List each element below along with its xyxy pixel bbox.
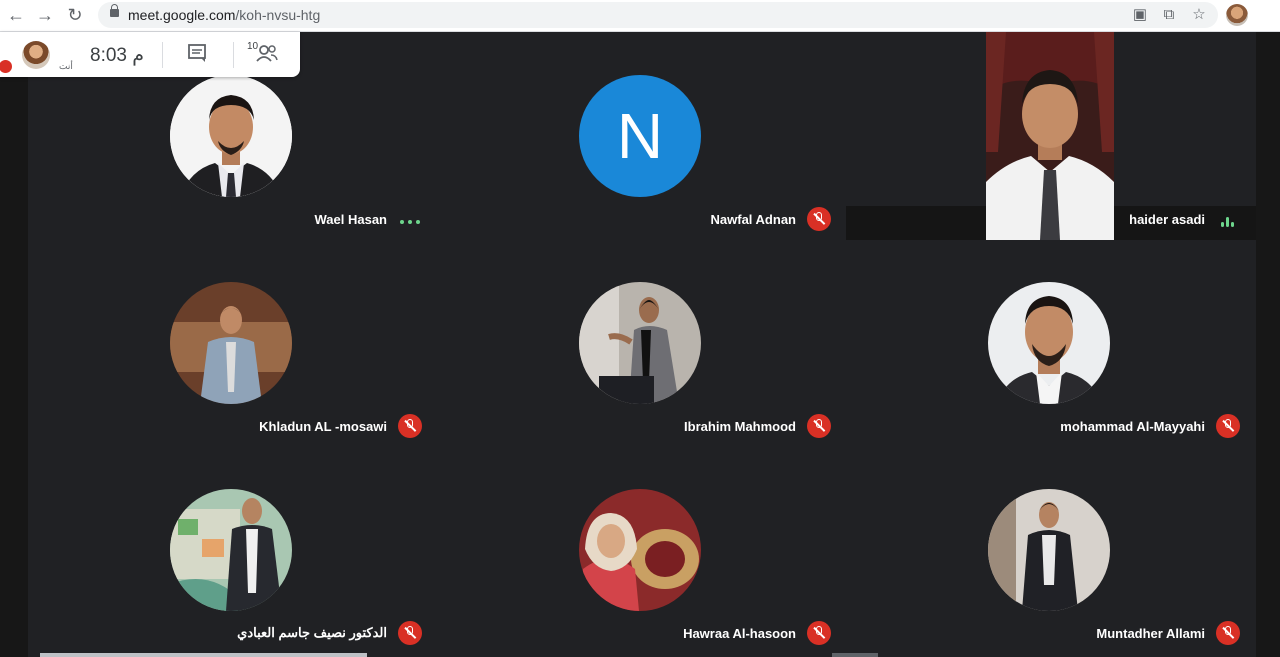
- reload-icon[interactable]: ↻: [64, 4, 86, 26]
- self-avatar: [22, 41, 50, 69]
- divider: [162, 42, 163, 68]
- avatar-initial: N: [616, 100, 664, 172]
- camera-blocked-icon[interactable]: ▣: [1131, 6, 1149, 24]
- meeting-grid: Wael Hasan N Nawfal Adnan haider asadi K…: [28, 32, 1256, 657]
- horizontal-scrollbar[interactable]: [40, 653, 367, 657]
- audio-level-icon: [1221, 217, 1235, 227]
- participant-name: Khladun AL -mosawi: [259, 419, 387, 434]
- participant-tile[interactable]: Muntadher Allami: [846, 446, 1255, 653]
- meeting-clock: 8:03 م: [90, 45, 145, 66]
- participant-avatar: [170, 75, 292, 197]
- participant-name: Muntadher Allami: [1096, 626, 1205, 641]
- participant-tile[interactable]: Ibrahim Mahmood: [437, 239, 846, 446]
- profile-avatar[interactable]: [1226, 4, 1248, 26]
- participant-name: Wael Hasan: [314, 212, 388, 227]
- participant-tile[interactable]: الدكتور نصيف جاسم العبادي: [28, 446, 437, 653]
- participant-tile[interactable]: Hawraa Al-hasoon: [437, 446, 846, 653]
- participant-avatar: [988, 282, 1110, 404]
- address-bar[interactable]: meet.google.com/koh-nvsu-htg: [98, 2, 1218, 28]
- participant-tile[interactable]: haider asadi: [846, 32, 1255, 239]
- participant-avatar: [579, 282, 701, 404]
- participant-name: Hawraa Al-hasoon: [683, 626, 796, 641]
- people-icon[interactable]: [256, 43, 278, 68]
- participant-avatar: N: [579, 75, 701, 197]
- participant-avatar: [170, 282, 292, 404]
- divider: [233, 42, 234, 68]
- mic-off-icon: [1216, 414, 1240, 438]
- meeting-info-panel: أنت 8:03 م 10: [0, 32, 300, 77]
- url-text: meet.google.com/koh-nvsu-htg: [128, 7, 321, 23]
- translate-icon[interactable]: ⧉: [1160, 6, 1178, 24]
- back-arrow-icon[interactable]: ←: [5, 4, 27, 26]
- mic-off-icon: [807, 207, 831, 231]
- participant-name: haider asadi: [1129, 212, 1205, 227]
- horizontal-scrollbar-thumb[interactable]: [832, 653, 878, 657]
- mic-off-icon: [807, 414, 831, 438]
- self-label: أنت: [59, 61, 73, 71]
- right-gutter: [1256, 32, 1280, 657]
- participant-name: Ibrahim Mahmood: [684, 419, 796, 434]
- participant-tile[interactable]: mohammad Al-Mayyahi: [846, 239, 1255, 446]
- forward-arrow-icon[interactable]: →: [34, 4, 56, 26]
- participant-name: mohammad Al-Mayyahi: [1060, 419, 1205, 434]
- participant-avatar: [579, 489, 701, 611]
- left-gutter: [0, 32, 28, 657]
- bookmark-star-icon[interactable]: ☆: [1190, 6, 1208, 24]
- mic-off-icon: [398, 621, 422, 645]
- participant-name: Nawfal Adnan: [710, 212, 796, 227]
- participant-tile[interactable]: Khladun AL -mosawi: [28, 239, 437, 446]
- participant-avatar: [988, 489, 1110, 611]
- participant-tile[interactable]: N Nawfal Adnan: [437, 32, 846, 239]
- mic-off-icon: [398, 414, 422, 438]
- participant-name: الدكتور نصيف جاسم العبادي: [237, 625, 387, 640]
- mic-off-icon: [1216, 621, 1240, 645]
- chat-icon[interactable]: [187, 43, 207, 68]
- mic-off-icon: [807, 621, 831, 645]
- speaking-indicator-icon: [400, 220, 420, 224]
- browser-toolbar: ← → ↻ meet.google.com/koh-nvsu-htg ▣ ⧉ ☆: [0, 0, 1280, 32]
- participant-avatar: [170, 489, 292, 611]
- lock-icon: [110, 4, 119, 17]
